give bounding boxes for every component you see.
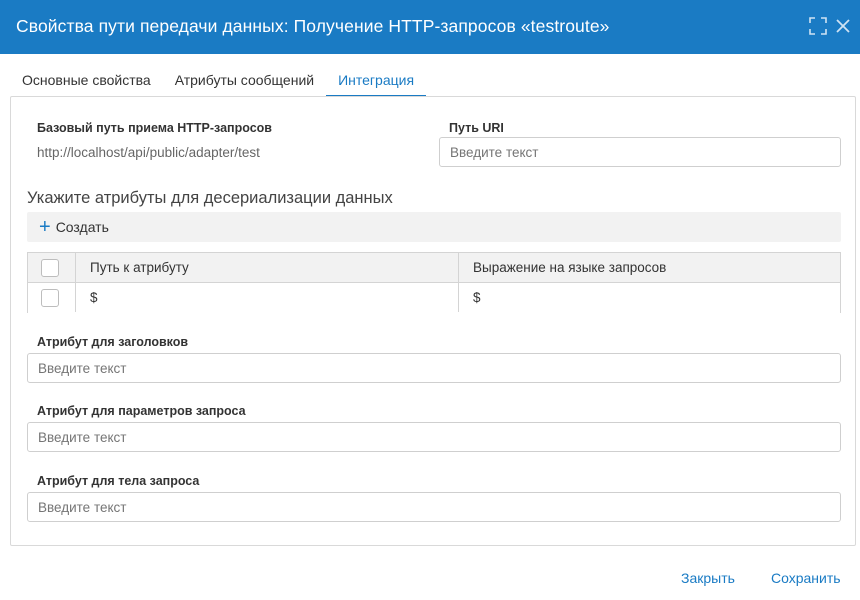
body-attr-input[interactable] xyxy=(27,492,841,522)
create-button-label: Создать xyxy=(55,219,109,235)
close-button[interactable]: Закрыть xyxy=(681,570,735,586)
plus-icon: + xyxy=(39,216,51,238)
tab-bar: Основные свойства Атрибуты сообщений Инт… xyxy=(10,66,427,97)
integration-panel: Базовый путь приема HTTP-запросов http:/… xyxy=(10,96,856,546)
column-header-expression: Выражение на языке запросов xyxy=(473,260,667,275)
row-path-cell[interactable]: $ xyxy=(90,283,98,313)
tab-integration[interactable]: Интеграция xyxy=(326,66,427,97)
column-header-path: Путь к атрибуту xyxy=(90,260,189,275)
grid-divider xyxy=(458,253,459,312)
tab-general[interactable]: Основные свойства xyxy=(10,66,163,97)
dialog-title: Свойства пути передачи данных: Получение… xyxy=(16,16,610,36)
headers-attr-input[interactable] xyxy=(27,353,841,383)
deserialization-title: Укажите атрибуты для десериализации данн… xyxy=(27,189,393,207)
params-attr-label: Атрибут для параметров запроса xyxy=(37,404,246,418)
close-icon[interactable] xyxy=(832,15,854,37)
grid-divider xyxy=(75,253,76,312)
row-checkbox[interactable] xyxy=(41,289,59,307)
maximize-icon[interactable] xyxy=(807,15,829,37)
uri-input[interactable] xyxy=(439,137,841,167)
base-path-value: http://localhost/api/public/adapter/test xyxy=(37,145,260,160)
grid-toolbar: + Создать xyxy=(27,212,841,242)
select-all-checkbox[interactable] xyxy=(41,259,59,277)
table-row[interactable]: $ $ xyxy=(28,283,840,313)
body-attr-label: Атрибут для тела запроса xyxy=(37,474,200,488)
grid-header-row: Путь к атрибуту Выражение на языке запро… xyxy=(28,253,840,283)
params-attr-input[interactable] xyxy=(27,422,841,452)
create-button[interactable]: + Создать xyxy=(39,212,109,242)
tab-message-attributes[interactable]: Атрибуты сообщений xyxy=(163,66,326,97)
dialog-titlebar: Свойства пути передачи данных: Получение… xyxy=(0,0,860,54)
uri-label: Путь URI xyxy=(449,121,504,135)
save-button[interactable]: Сохранить xyxy=(771,570,841,586)
attributes-grid: Путь к атрибуту Выражение на языке запро… xyxy=(27,252,841,313)
row-expression-cell[interactable]: $ xyxy=(473,283,481,313)
headers-attr-label: Атрибут для заголовков xyxy=(37,335,189,349)
base-path-label: Базовый путь приема HTTP-запросов xyxy=(37,121,272,135)
